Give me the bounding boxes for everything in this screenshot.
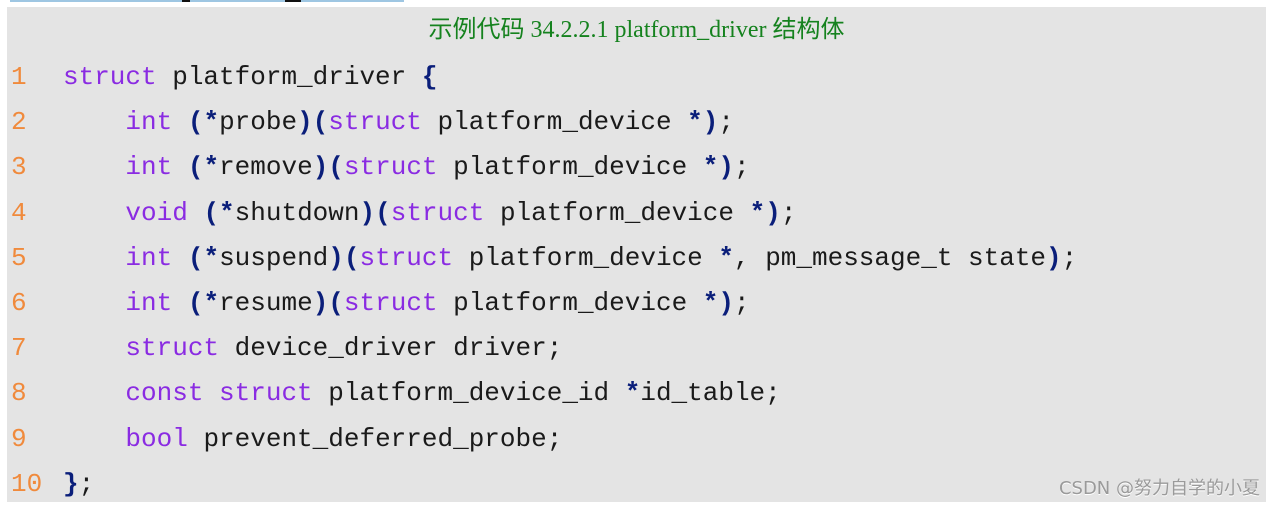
code-keyword: struct [343, 287, 438, 318]
code-line: 6 int (*resume)(struct platform_device *… [7, 281, 1266, 326]
code-text: platform_driver [156, 62, 422, 92]
line-number: 6 [11, 287, 27, 318]
code-text: prevent_deferred_probe; [187, 423, 563, 454]
line-number: 4 [11, 197, 27, 228]
heading-underline [10, 0, 404, 2]
code-text: ; [78, 468, 95, 499]
line-number: 9 [11, 423, 27, 454]
code-keyword: int [125, 152, 173, 183]
code-punctuation: )( [312, 287, 344, 318]
code-line: 1 struct platform_driver { [7, 55, 1266, 100]
code-punctuation: )( [297, 107, 329, 138]
code-keyword: int [125, 107, 173, 138]
code-punctuation: (* [187, 242, 220, 273]
code-line: 7 struct device_driver driver; [7, 326, 1266, 371]
code-keyword: bool [125, 423, 188, 454]
line-number: 1 [11, 62, 27, 92]
code-punctuation: *) [702, 152, 734, 183]
watermark: CSDN @努力自学的小夏 [1058, 478, 1260, 499]
code-line: 2 int (*probe)(struct platform_device *)… [7, 100, 1266, 145]
code-keyword: int [125, 287, 173, 318]
code-line: 9 bool prevent_deferred_probe; [7, 417, 1266, 462]
code-keyword: struct [390, 197, 485, 228]
code-punctuation: )( [328, 242, 360, 273]
line-number: 5 [11, 242, 27, 273]
code-line: 5 int (*suspend)(struct platform_device … [7, 236, 1266, 281]
code-text: probe [219, 107, 298, 138]
code-punctuation: * [718, 242, 734, 273]
line-number: 2 [11, 107, 27, 138]
code-lines: 1 struct platform_driver {2 int (*probe)(… [7, 55, 1266, 507]
code-text: id_table; [640, 378, 781, 409]
code-keyword: struct [125, 333, 220, 364]
code-keyword: struct [359, 242, 454, 273]
code-text: platform_device [453, 242, 719, 273]
code-text: device_driver driver; [219, 333, 563, 364]
code-punctuation: * [624, 378, 641, 409]
line-number: 8 [11, 378, 27, 409]
code-punctuation: (* [187, 287, 220, 318]
code-punctuation: )( [312, 152, 344, 183]
code-keyword: struct [343, 152, 438, 183]
code-punctuation: *) [749, 197, 781, 228]
code-line: 8 const struct platform_device_id *id_ta… [7, 371, 1266, 416]
code-keyword: void [125, 197, 188, 228]
code-keyword: struct [63, 62, 157, 92]
code-text: platform_device [437, 287, 703, 318]
code-text: platform_device_id [312, 378, 625, 409]
code-keyword: int [125, 242, 173, 273]
code-text: shutdown [234, 197, 360, 228]
code-text: platform_device [437, 152, 703, 183]
code-punctuation: ) [1046, 242, 1062, 273]
code-punctuation: } [63, 468, 79, 499]
code-line: 3 int (*remove)(struct platform_device *… [7, 145, 1266, 190]
code-text: ; [734, 152, 750, 183]
line-number: 3 [11, 152, 27, 183]
code-keyword: struct [219, 378, 313, 409]
code-text: platform_device [484, 197, 750, 228]
code-punctuation: *) [687, 107, 719, 138]
code-punctuation: (* [187, 107, 220, 138]
code-keyword: const [125, 378, 204, 409]
code-block: 示例代码 34.2.2.1 platform_driver 结构体 1 struc… [7, 7, 1266, 502]
code-punctuation: (* [187, 152, 220, 183]
code-text: , pm_message_t state [733, 242, 1047, 273]
code-text: ; [780, 197, 797, 228]
code-caption: 示例代码 34.2.2.1 platform_driver 结构体 [428, 17, 845, 43]
code-punctuation: )( [359, 197, 391, 228]
code-text: suspend [219, 242, 329, 273]
code-punctuation: *) [702, 287, 734, 318]
line-number: 10 [11, 468, 43, 499]
code-punctuation: { [421, 62, 438, 92]
code-text: resume [219, 287, 313, 318]
code-punctuation: (* [203, 197, 235, 228]
code-text: ; [718, 107, 734, 138]
code-text: ; [1061, 242, 1078, 273]
code-line: 4 void (*shutdown)(struct platform_devic… [7, 191, 1266, 236]
code-keyword: struct [328, 107, 422, 138]
line-number: 7 [11, 333, 27, 364]
code-text: platform_device [421, 107, 688, 138]
code-text: ; [734, 287, 750, 318]
code-text: remove [219, 152, 313, 183]
